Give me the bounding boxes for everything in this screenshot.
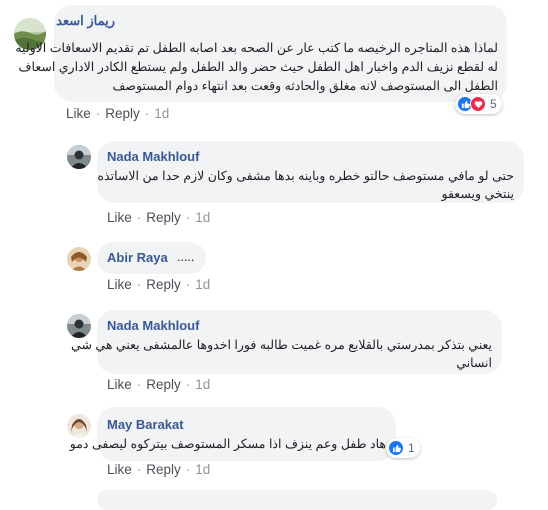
separator-dot: · — [136, 277, 142, 292]
comment-1: ريماز اسعد لماذا هذه المتاجره الرخيصه ما… — [0, 0, 548, 121]
like-link[interactable]: Like — [107, 462, 132, 477]
like-link[interactable]: Like — [66, 106, 91, 121]
comment-2: Nada Makhlouf حتى لو مافي مستوصف حالتو خ… — [0, 140, 548, 230]
like-link[interactable]: Like — [107, 277, 132, 292]
comment-actions: Like · Reply · 1d — [107, 377, 210, 392]
separator-dot: · — [144, 106, 150, 121]
comment-text: ..... — [177, 250, 195, 264]
comment-text-line: له لقطع نزيف الدم واخبار اهل الطفل حيث ح… — [18, 60, 498, 74]
comment-5: May Barakat هاد طفل وعم ينزف اذا مسكر ال… — [0, 405, 548, 495]
reaction-summary[interactable]: 5 — [455, 94, 502, 114]
reaction-summary[interactable]: 1 — [386, 438, 420, 458]
reply-link[interactable]: Reply — [146, 462, 181, 477]
comment-3: Abir Raya ..... Like · Reply · 1d — [0, 240, 548, 300]
separator-dot: · — [185, 462, 191, 477]
love-icon — [470, 96, 486, 112]
separator-dot: · — [185, 277, 191, 292]
reaction-count: 1 — [408, 441, 415, 455]
like-link[interactable]: Like — [107, 377, 132, 392]
separator-dot: · — [185, 377, 191, 392]
like-link[interactable]: Like — [107, 210, 132, 225]
person-photo-avatar-icon — [67, 247, 91, 271]
avatar[interactable] — [67, 247, 91, 271]
comment-author[interactable]: May Barakat — [107, 417, 184, 432]
comment-author[interactable]: ريماز اسعد — [56, 13, 115, 29]
avatar[interactable] — [67, 145, 91, 169]
reply-link[interactable]: Reply — [146, 277, 181, 292]
timestamp[interactable]: 1d — [195, 377, 210, 392]
separator-dot: · — [136, 210, 142, 225]
person-photo-avatar-icon — [67, 145, 91, 169]
separator-dot: · — [95, 106, 101, 121]
comment-text-line: انساني — [456, 356, 492, 370]
comment-actions: Like · Reply · 1d — [107, 462, 210, 477]
separator-dot: · — [185, 210, 191, 225]
comment-text-line: يعني بتذكر بمدرستي بالقلايع مره غميت طال… — [71, 338, 492, 352]
next-comment-bubble — [97, 490, 497, 510]
timestamp[interactable]: 1d — [195, 277, 210, 292]
timestamp[interactable]: 1d — [195, 210, 210, 225]
separator-dot: · — [136, 462, 142, 477]
comment-4: Nada Makhlouf يعني بتذكر بمدرستي بالقلاي… — [0, 308, 548, 398]
comment-author[interactable]: Abir Raya — [107, 250, 168, 265]
comment-text-line: هاد طفل وعم ينزف اذا مسكر المستوصف بيترك… — [69, 437, 386, 451]
timestamp[interactable]: 1d — [154, 106, 169, 121]
avatar[interactable] — [67, 314, 91, 338]
comment-actions: Like · Reply · 1d — [66, 106, 169, 121]
comment-text-line: لماذا هذه المتاجره الرخيصه ما كتب عار عن… — [15, 41, 498, 55]
comment-actions: Like · Reply · 1d — [107, 277, 210, 292]
reaction-count: 5 — [490, 97, 497, 111]
separator-dot: · — [136, 377, 142, 392]
reply-link[interactable]: Reply — [105, 106, 140, 121]
reply-link[interactable]: Reply — [146, 377, 181, 392]
timestamp[interactable]: 1d — [195, 462, 210, 477]
comment-text-line: حتى لو مافي مستوصف حالتو خطره وباينه بده… — [97, 169, 515, 183]
like-icon — [388, 440, 404, 456]
person-photo-avatar-icon — [67, 314, 91, 338]
comment-text-line: الطفل الى المستوصف لانه مغلق والحادثه وق… — [112, 79, 498, 93]
comment-author[interactable]: Nada Makhlouf — [107, 318, 199, 333]
reply-link[interactable]: Reply — [146, 210, 181, 225]
comment-actions: Like · Reply · 1d — [107, 210, 210, 225]
comment-author[interactable]: Nada Makhlouf — [107, 149, 199, 164]
comment-text-line: ينتخي ويسعفو — [441, 187, 514, 201]
